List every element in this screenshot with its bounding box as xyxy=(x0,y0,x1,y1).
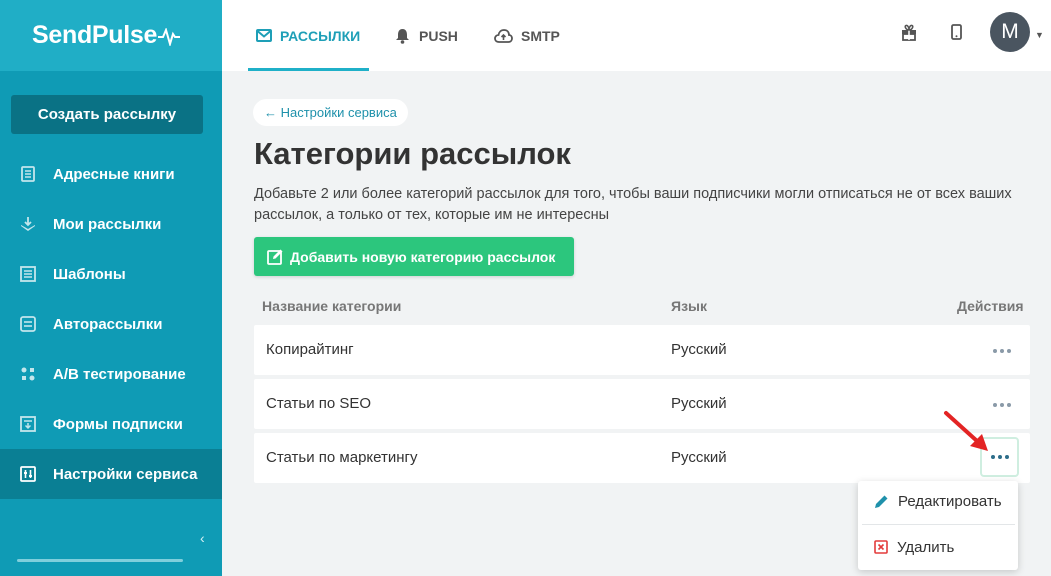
ab-test-icon xyxy=(19,366,36,383)
sidebar-item-ab-testing[interactable]: A/B тестирование xyxy=(0,349,222,399)
tab-label: SMTP xyxy=(521,27,560,44)
avatar[interactable]: M xyxy=(990,12,1030,52)
add-button-label: Добавить новую категорию рассылок xyxy=(290,248,556,265)
table-row: Статьи по SEO Русский xyxy=(254,379,1030,429)
more-actions-button[interactable] xyxy=(983,332,1020,369)
templates-icon xyxy=(19,266,36,283)
menu-item-delete[interactable]: Удалить xyxy=(858,527,1018,567)
sidebar-item-address-books[interactable]: Адресные книги xyxy=(0,149,222,199)
pulse-icon xyxy=(158,27,181,46)
page-title: Категории рассылок xyxy=(254,136,571,171)
tab-label: РАССЫЛКИ xyxy=(280,27,361,44)
logo-text: SendPulse xyxy=(32,21,158,49)
edit-note-icon xyxy=(267,249,284,265)
sidebar-item-label: Настройки сервиса xyxy=(53,465,198,483)
category-name: Статьи по маркетингу xyxy=(266,449,418,466)
menu-item-label: Редактировать xyxy=(898,492,1002,510)
sidebar-item-label: Адресные книги xyxy=(53,165,175,183)
sidebar-item-templates[interactable]: Шаблоны xyxy=(0,249,222,299)
cloud-icon xyxy=(494,28,513,43)
delete-icon xyxy=(874,540,888,554)
category-language: Русский xyxy=(671,449,727,466)
tab-campaigns[interactable]: РАССЫЛКИ xyxy=(248,0,369,71)
page-description: Добавьте 2 или более категорий рассылок … xyxy=(254,186,1012,223)
sidebar-item-settings[interactable]: Настройки сервиса xyxy=(0,449,222,499)
collapse-sidebar-icon[interactable]: ‹ xyxy=(200,530,205,546)
category-language: Русский xyxy=(671,341,727,358)
sidebar-nav: Адресные книги Мои рассылки Шаблоны Авто… xyxy=(0,149,222,499)
forms-icon xyxy=(19,416,36,433)
chevron-down-icon[interactable]: ▼ xyxy=(1035,30,1044,40)
sidebar-item-label: A/B тестирование xyxy=(53,365,186,383)
create-campaign-button[interactable]: Создать рассылку xyxy=(11,95,203,134)
menu-divider xyxy=(862,524,1015,525)
sidebar-item-label: Формы подписки xyxy=(53,415,183,433)
column-header-actions: Действия xyxy=(957,298,1024,314)
address-book-icon xyxy=(19,166,36,183)
back-link[interactable]: ← Настройки сервиса xyxy=(253,99,408,126)
sidebar-item-label: Авторассылки xyxy=(53,315,163,333)
menu-item-edit[interactable]: Редактировать xyxy=(858,481,1018,521)
automation-icon xyxy=(19,316,36,333)
gift-icon[interactable] xyxy=(899,22,919,42)
logo[interactable]: SendPulse xyxy=(32,21,181,50)
column-header-name: Название категории xyxy=(262,298,402,314)
annotation-arrow-icon xyxy=(944,411,988,451)
bell-icon xyxy=(394,28,411,44)
sidebar-scrollbar[interactable] xyxy=(17,559,183,562)
column-header-language: Язык xyxy=(671,298,707,314)
actions-menu: Редактировать Удалить xyxy=(858,481,1018,570)
logo-bar: SendPulse xyxy=(0,0,222,71)
topbar: РАССЫЛКИ PUSH SMTP M ▼ xyxy=(222,0,1051,71)
sidebar-item-automation[interactable]: Авторассылки xyxy=(0,299,222,349)
settings-icon xyxy=(19,466,36,483)
mobile-icon[interactable] xyxy=(946,22,966,42)
tab-smtp[interactable]: SMTP xyxy=(494,0,560,71)
tab-push[interactable]: PUSH xyxy=(394,0,458,71)
category-language: Русский xyxy=(671,395,727,412)
sidebar-item-label: Шаблоны xyxy=(53,265,126,283)
menu-item-label: Удалить xyxy=(897,538,955,556)
campaigns-icon xyxy=(19,216,36,233)
sidebar-item-label: Мои рассылки xyxy=(53,215,162,233)
add-category-button[interactable]: Добавить новую категорию рассылок xyxy=(254,237,574,276)
table-row: Статьи по маркетингу Русский xyxy=(254,433,1030,483)
sidebar: SendPulse Создать рассылку Адресные книг… xyxy=(0,0,222,576)
sidebar-item-campaigns[interactable]: Мои рассылки xyxy=(0,199,222,249)
sidebar-item-forms[interactable]: Формы подписки xyxy=(0,399,222,449)
table-row: Копирайтинг Русский xyxy=(254,325,1030,375)
category-name: Копирайтинг xyxy=(266,341,354,358)
pencil-icon xyxy=(874,494,889,509)
mail-icon xyxy=(256,29,272,42)
category-name: Статьи по SEO xyxy=(266,395,372,412)
tab-label: PUSH xyxy=(419,27,458,44)
